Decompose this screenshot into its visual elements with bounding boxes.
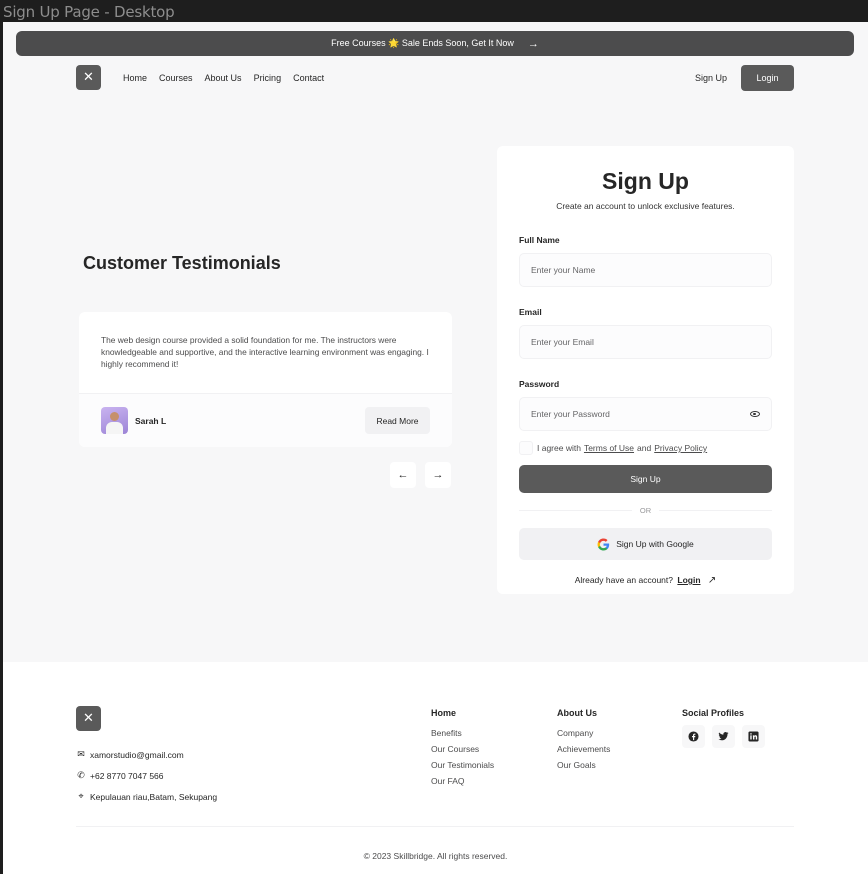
copyright-text: © 2023 Skillbridge. All rights reserved. [363, 851, 508, 861]
google-icon [597, 538, 610, 550]
email-placeholder: Enter your Email [531, 337, 594, 347]
footer-link-company[interactable]: Company [557, 728, 610, 738]
top-nav: ✕ Home Courses About Us Pricing Contact … [76, 64, 794, 91]
footer-link-achievements[interactable]: Achievements [557, 744, 610, 754]
nav-login-button[interactable]: Login [741, 64, 794, 91]
arrow-up-right-icon: ↗ [707, 575, 717, 586]
contact-email-text: xamorstudio@gmail.com [90, 749, 184, 760]
arrow-right-icon: → [527, 37, 539, 50]
testimonial-author: Sarah L [135, 415, 167, 426]
google-signup-label: Sign Up with Google [616, 539, 694, 549]
footer-col-home-title[interactable]: Home [431, 708, 494, 718]
banner-text: Free Courses 🌟 Sale Ends Soon, Get It No… [331, 38, 514, 48]
footer-logo-icon[interactable]: ✕ [76, 706, 101, 731]
footer: ✕ ✉ xamorstudio@gmail.com ✆ +62 8770 704… [3, 662, 868, 874]
arrow-right-icon: → [432, 469, 444, 481]
divider-line [519, 510, 632, 511]
footer-col-about: About Us Company Achievements Our Goals [557, 708, 610, 770]
terms-checkbox[interactable] [519, 441, 533, 455]
testimonial-card: The web design course provided a solid f… [79, 312, 452, 447]
password-label: Password [519, 379, 560, 389]
nav-link-home[interactable]: Home [123, 73, 147, 83]
mail-icon: ✉ [77, 749, 85, 759]
nav-link-contact[interactable]: Contact [293, 73, 324, 83]
have-account: Already have an account? Login ↗ [519, 575, 772, 586]
read-more-button[interactable]: Read More [365, 407, 430, 434]
agree-prefix: I agree with [537, 443, 581, 453]
signup-form: Sign Up Create an account to unlock excl… [497, 146, 794, 594]
frame-title: Sign Up Page - Desktop [3, 3, 175, 21]
nav-links: Home Courses About Us Pricing Contact [123, 73, 324, 83]
signup-submit-button[interactable]: Sign Up [519, 465, 772, 493]
terms-link[interactable]: Terms of Use [584, 443, 634, 453]
nav-link-courses[interactable]: Courses [159, 73, 193, 83]
signup-title: Sign Up [602, 168, 689, 194]
footer-link-goals[interactable]: Our Goals [557, 760, 610, 770]
have-account-text: Already have an account? [574, 575, 673, 585]
footer-col-home: Home Benefits Our Courses Our Testimonia… [431, 708, 494, 786]
or-divider: OR [519, 506, 772, 515]
next-testimonial-button[interactable]: → [425, 462, 451, 488]
signup-subtitle: Create an account to unlock exclusive fe… [556, 201, 735, 211]
privacy-link[interactable]: Privacy Policy [654, 443, 707, 453]
login-link[interactable]: Login [677, 575, 700, 585]
fullname-field[interactable]: Enter your Name [519, 253, 772, 287]
footer-link-testimonials[interactable]: Our Testimonials [431, 760, 494, 770]
footer-link-faq[interactable]: Our FAQ [431, 776, 494, 786]
contact-address[interactable]: ⌖ Kepulauan riau,Batam, Sekupang [76, 791, 217, 802]
twitter-icon[interactable] [712, 725, 735, 748]
skillbridge-logo-icon[interactable]: ✕ [76, 65, 101, 90]
location-pin-icon: ⌖ [78, 791, 84, 801]
agree-and: and [637, 443, 652, 453]
footer-col-social-title: Social Profiles [682, 708, 745, 718]
email-field[interactable]: Enter your Email [519, 325, 772, 359]
contact-address-text: Kepulauan riau,Batam, Sekupang [90, 791, 218, 802]
footer-link-benefits[interactable]: Benefits [431, 728, 494, 738]
facebook-icon[interactable] [682, 725, 705, 748]
google-signup-button[interactable]: Sign Up with Google [519, 528, 772, 560]
fullname-placeholder: Enter your Name [531, 265, 596, 275]
social-links [682, 725, 765, 748]
promo-banner[interactable]: Free Courses 🌟 Sale Ends Soon, Get It No… [16, 31, 854, 56]
phone-icon: ✆ [77, 770, 85, 780]
eye-icon[interactable] [750, 411, 760, 417]
nav-signup-link[interactable]: Sign Up [695, 73, 727, 83]
nav-link-about[interactable]: About Us [205, 73, 242, 83]
password-placeholder: Enter your Password [531, 409, 610, 419]
contact-phone-text: +62 8770 7047 566 [90, 770, 164, 781]
footer-link-courses[interactable]: Our Courses [431, 744, 494, 754]
email-label: Email [519, 307, 542, 317]
prev-testimonial-button[interactable]: ← [390, 462, 416, 488]
or-label: OR [639, 506, 652, 515]
fullname-label: Full Name [519, 235, 560, 245]
testimonial-footer: Sarah L Read More [79, 393, 452, 447]
contact-email[interactable]: ✉ xamorstudio@gmail.com [76, 749, 184, 760]
testimonials-title: Customer Testimonials [83, 253, 281, 273]
footer-col-about-title[interactable]: About Us [557, 708, 610, 718]
page: Free Courses 🌟 Sale Ends Soon, Get It No… [3, 22, 868, 874]
arrow-left-icon: ← [397, 469, 409, 481]
footer-col-social: Social Profiles [682, 708, 765, 748]
footer-divider [76, 826, 794, 827]
linkedin-icon[interactable] [742, 725, 765, 748]
password-field[interactable]: Enter your Password [519, 397, 772, 431]
nav-actions: Sign Up Login [695, 64, 794, 91]
divider-line [659, 510, 772, 511]
contact-phone[interactable]: ✆ +62 8770 7047 566 [76, 770, 164, 781]
testimonial-quote: The web design course provided a solid f… [101, 335, 429, 369]
avatar [101, 407, 128, 434]
terms-agreement: I agree with Terms of Use and Privacy Po… [519, 441, 772, 455]
nav-link-pricing[interactable]: Pricing [254, 73, 282, 83]
